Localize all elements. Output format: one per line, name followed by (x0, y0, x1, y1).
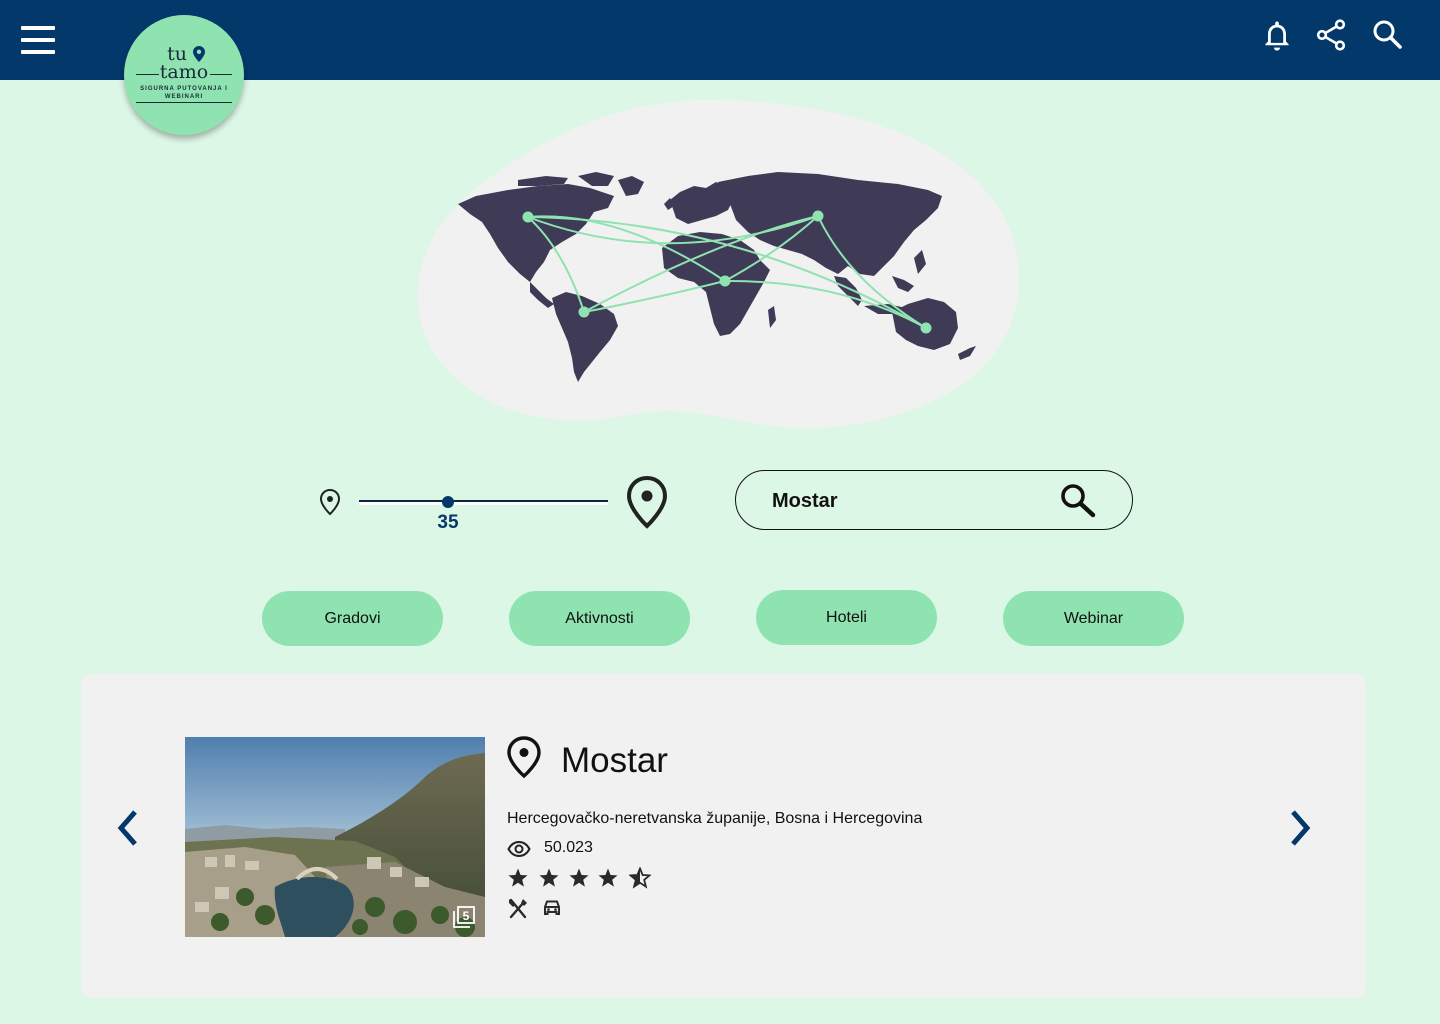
category-hoteli-button[interactable]: Hoteli (756, 590, 937, 645)
star-full-icon (508, 868, 528, 887)
next-arrow-icon[interactable] (1285, 808, 1315, 848)
star-full-icon (598, 868, 618, 887)
star-full-icon (539, 868, 559, 887)
logo[interactable]: tu tamo SIGURNA PUTOVANJA I WEBINARI (124, 15, 244, 135)
place-photo[interactable] (185, 737, 485, 937)
gallery-count-icon[interactable]: 5 (452, 905, 476, 929)
logo-line2: tamo (159, 61, 209, 83)
bell-icon[interactable] (1259, 17, 1295, 53)
views-count: 50.023 (544, 839, 593, 856)
logo-rule (210, 74, 232, 75)
logo-tagline: SIGURNA PUTOVANJA I WEBINARI (140, 86, 228, 100)
place-title[interactable]: Mostar (561, 741, 668, 781)
slider-knob[interactable] (442, 496, 454, 508)
menu-icon[interactable] (21, 26, 55, 54)
distance-slider[interactable] (359, 495, 608, 509)
place-location-icon (507, 736, 541, 778)
slider-value: 35 (437, 512, 459, 533)
star-half-icon (629, 867, 651, 889)
category-aktivnosti-button[interactable]: Aktivnosti (509, 591, 690, 646)
logo-rule (136, 74, 159, 75)
restaurant-icon (509, 898, 527, 919)
logo-pin-icon (193, 46, 205, 62)
world-map-illustration (418, 100, 1020, 429)
previous-arrow-icon[interactable] (113, 808, 143, 848)
car-icon (544, 900, 560, 915)
logo-rule (136, 102, 232, 103)
category-gradovi-button[interactable]: Gradovi (262, 591, 443, 646)
place-region: Hercegovačko-neretvanska županije, Bosna… (507, 810, 923, 827)
search-icon[interactable] (1058, 482, 1098, 518)
share-icon[interactable] (1314, 17, 1350, 53)
gallery-count: 5 (463, 909, 470, 923)
star-full-icon (569, 868, 589, 887)
views-eye-icon (507, 840, 531, 858)
slider-track-fill (359, 502, 608, 505)
location-small-icon (319, 488, 341, 516)
location-large-icon (626, 475, 668, 529)
search-field[interactable]: Mostar (735, 470, 1133, 530)
search-icon[interactable] (1370, 17, 1406, 53)
category-webinar-button[interactable]: Webinar (1003, 591, 1184, 646)
search-input[interactable]: Mostar (772, 490, 838, 513)
